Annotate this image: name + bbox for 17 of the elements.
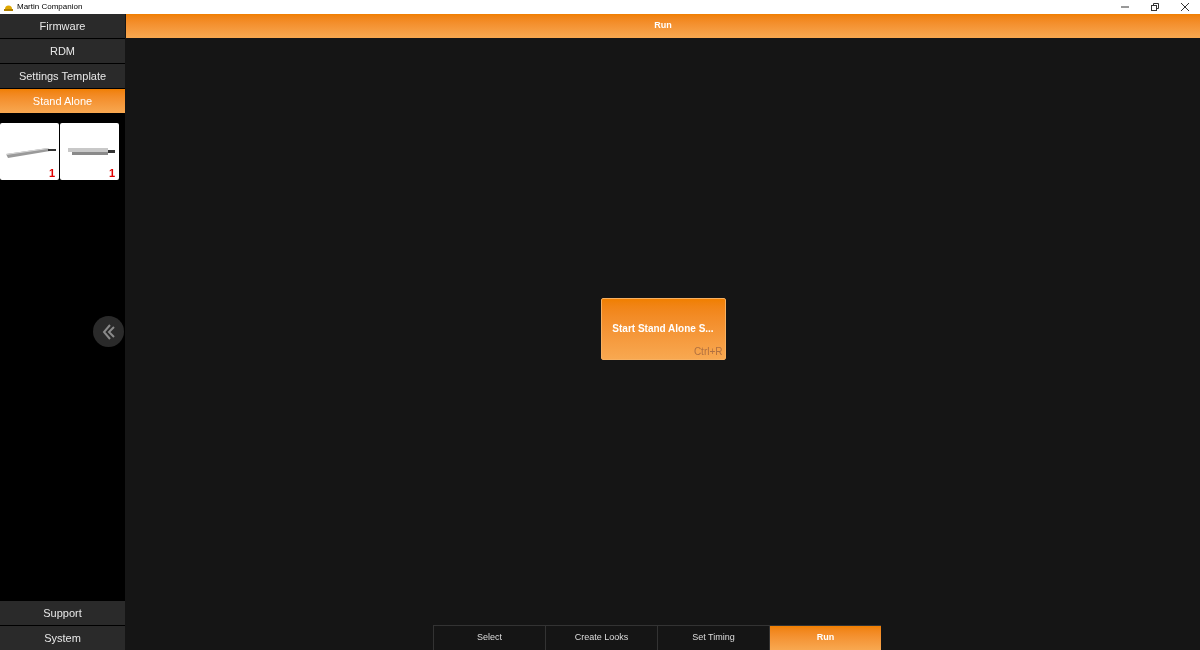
shortcut-hint: Ctrl+R: [693, 344, 723, 359]
minimize-icon: [1121, 3, 1129, 11]
header-title: Run: [654, 19, 672, 33]
close-icon: [1181, 3, 1189, 11]
chevron-left-icon: [101, 323, 116, 340]
fixture-count: 1: [48, 168, 55, 179]
fixture-count: 1: [108, 168, 115, 179]
sidebar-item[interactable]: System: [0, 626, 125, 650]
fixture-tile[interactable]: 1: [60, 123, 119, 180]
app-icon: [4, 3, 13, 11]
fixture-tile[interactable]: 1: [0, 123, 59, 180]
restore-icon: [1151, 3, 1159, 11]
sidebar-item[interactable]: Support: [0, 601, 125, 625]
sidebar-item[interactable]: Firmware: [0, 14, 125, 38]
window-title: Martin Companion: [17, 3, 83, 11]
sidebar-item[interactable]: Settings Template: [0, 64, 125, 88]
sidebar-item[interactable]: RDM: [0, 39, 125, 63]
